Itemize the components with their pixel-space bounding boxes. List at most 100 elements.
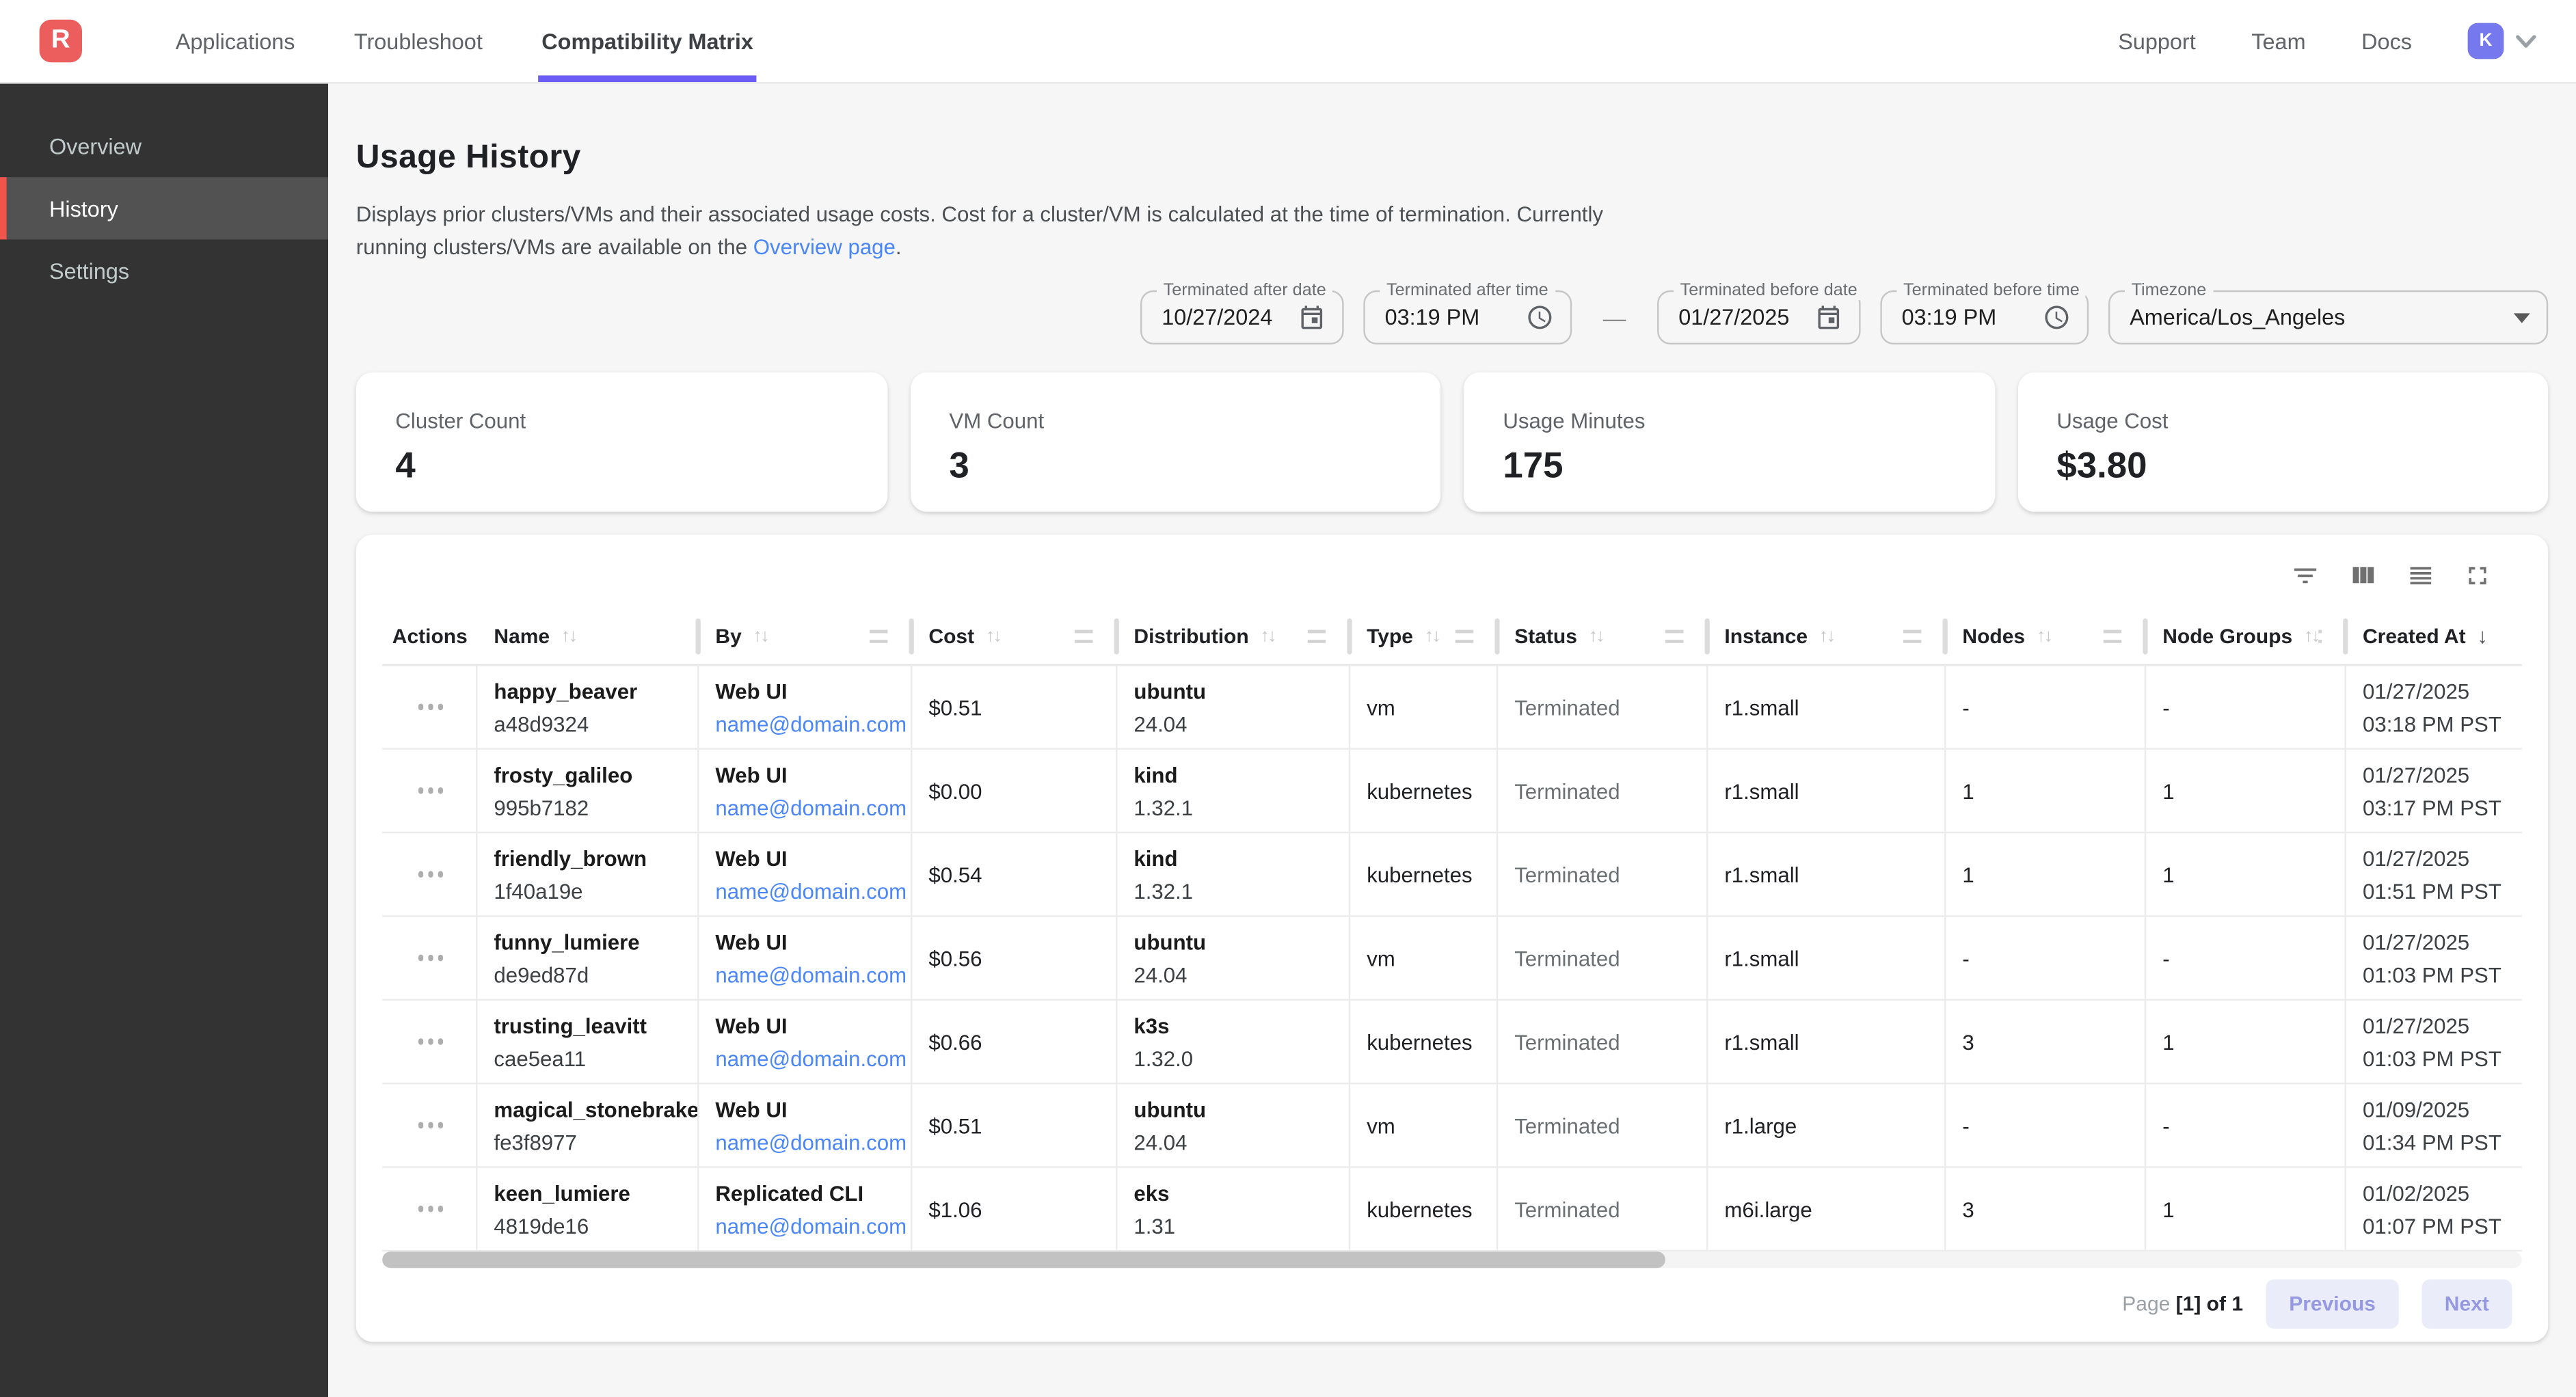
email-link[interactable]: name@domain.com	[715, 795, 897, 819]
previous-button[interactable]: Previous	[2266, 1279, 2399, 1329]
cell-type: vm	[1350, 1084, 1498, 1166]
column-header-name[interactable]: Name↑↓	[477, 607, 699, 664]
dot-icon	[428, 704, 433, 709]
row-actions-button[interactable]	[415, 781, 447, 800]
fullscreen-icon[interactable]	[2463, 561, 2492, 591]
cluster-id: cae5ea11	[494, 1046, 684, 1070]
terminated-after-date-value: 10/27/2024	[1162, 305, 1272, 329]
email-link[interactable]: name@domain.com	[715, 1213, 897, 1238]
cell-actions	[382, 1001, 477, 1083]
sort-icons: ↑↓	[753, 626, 768, 646]
terminated-after-time-field[interactable]: Terminated after time 03:19 PM	[1363, 290, 1572, 344]
dot-icon	[418, 1206, 423, 1212]
cell-cost: $0.66	[912, 1001, 1117, 1083]
cell-nodes: 3	[1946, 1001, 2146, 1083]
cell-node-groups: -	[2146, 1084, 2346, 1166]
calendar-icon[interactable]	[1814, 303, 1842, 331]
column-header-distribution[interactable]: Distribution↑↓	[1117, 607, 1350, 664]
sidebar-item-settings[interactable]: Settings	[0, 239, 328, 301]
email-link[interactable]: name@domain.com	[715, 1046, 897, 1070]
status-badge: Terminated	[1514, 694, 1693, 719]
cell-nodes: -	[1946, 1084, 2146, 1166]
cluster-name: funny_lumiere	[494, 930, 684, 954]
column-resize-handle[interactable]	[1903, 629, 1921, 642]
replicated-logo[interactable]: R	[40, 20, 82, 62]
email-link[interactable]: name@domain.com	[715, 878, 897, 903]
table-row: magical_stonebrakerfe3f8977Web UIname@do…	[382, 1084, 2522, 1167]
dot-icon	[418, 1039, 423, 1044]
cell-created-at: 01/09/202501:34 PM PST	[2346, 1084, 2522, 1166]
email-link[interactable]: name@domain.com	[715, 962, 897, 987]
page-description: Displays prior clusters/VMs and their as…	[356, 198, 1669, 262]
density-icon[interactable]	[2405, 561, 2434, 591]
column-resize-handle[interactable]	[1665, 629, 1683, 642]
dot-icon	[418, 871, 423, 877]
column-header-instance[interactable]: Instance↑↓	[1708, 607, 1946, 664]
overview-page-link[interactable]: Overview page	[753, 234, 896, 258]
email-link[interactable]: name@domain.com	[715, 1129, 897, 1154]
column-header-cost[interactable]: Cost↑↓	[912, 607, 1117, 664]
cell-node-groups: 1	[2146, 750, 2346, 832]
terminated-before-date-field[interactable]: Terminated before date 01/27/2025	[1657, 290, 1861, 344]
distribution-version: 24.04	[1133, 1129, 1335, 1154]
created-time: 01:51 PM PST	[2363, 878, 2509, 903]
column-header-status[interactable]: Status↑↓	[1498, 607, 1708, 664]
sort-icons: ↑↓	[986, 626, 1001, 646]
terminated-before-time-field[interactable]: Terminated before time 03:19 PM	[1880, 290, 2089, 344]
tab-troubleshoot[interactable]: Troubleshoot	[351, 0, 486, 82]
created-date: 01/27/2025	[2363, 762, 2509, 787]
row-actions-button[interactable]	[415, 1116, 447, 1135]
docs-link[interactable]: Docs	[2361, 29, 2412, 53]
account-menu[interactable]: K	[2468, 23, 2537, 59]
created-date: 01/09/2025	[2363, 1096, 2509, 1121]
column-header-nodes[interactable]: Nodes↑↓	[1946, 607, 2146, 664]
table-toolbar	[382, 554, 2522, 607]
sidebar-item-overview[interactable]: Overview	[0, 115, 328, 177]
cell-status: Terminated	[1498, 1168, 1708, 1250]
stat-label: Usage Minutes	[1503, 409, 1955, 433]
column-resize-handle[interactable]	[1455, 629, 1473, 642]
tab-compatibility-matrix[interactable]: Compatibility Matrix	[538, 0, 756, 82]
cell-by: Web UIname@domain.com	[699, 833, 912, 915]
cell-name: trusting_leavittcae5ea11	[477, 1001, 699, 1083]
support-link[interactable]: Support	[2118, 29, 2196, 53]
filter-icon[interactable]	[2290, 561, 2320, 591]
date-range-separator: —	[1603, 304, 1626, 330]
row-actions-button[interactable]	[415, 1032, 447, 1051]
sort-icons: ↑↓	[1425, 626, 1440, 646]
column-header-node_groups[interactable]: Node Groups↑↓	[2146, 607, 2346, 664]
calendar-icon[interactable]	[1298, 303, 1326, 331]
clock-icon[interactable]	[2043, 303, 2071, 331]
email-link[interactable]: name@domain.com	[715, 711, 897, 735]
chevron-down-icon[interactable]	[2515, 33, 2536, 49]
clock-icon[interactable]	[1526, 303, 1554, 331]
column-resize-handle[interactable]	[1308, 629, 1326, 642]
scrollbar-thumb[interactable]	[382, 1251, 1666, 1268]
column-resize-handle[interactable]	[1075, 629, 1092, 642]
sidebar-item-history[interactable]: History	[0, 177, 328, 239]
row-actions-button[interactable]	[415, 949, 447, 968]
row-actions-button[interactable]	[415, 865, 447, 884]
column-resize-handle[interactable]	[2319, 629, 2322, 642]
column-header-type[interactable]: Type↑↓	[1350, 607, 1498, 664]
team-link[interactable]: Team	[2251, 29, 2305, 53]
status-badge: Terminated	[1514, 778, 1693, 803]
cell-by: Web UI name@domain.com	[699, 750, 912, 832]
row-actions-button[interactable]	[415, 698, 447, 717]
terminated-after-date-field[interactable]: Terminated after date 10/27/2024	[1140, 290, 1344, 344]
next-button[interactable]: Next	[2421, 1279, 2512, 1329]
tab-applications[interactable]: Applications	[172, 0, 298, 82]
row-actions-button[interactable]	[415, 1199, 447, 1219]
created-by-source: Web UI	[715, 762, 897, 787]
table-row: frosty_galileo995b7182Web UIname@domain.…	[382, 750, 2522, 833]
columns-icon[interactable]	[2348, 561, 2377, 591]
sort-icons: ↑↓	[1819, 626, 1834, 646]
stat-value: 175	[1503, 444, 1955, 487]
avatar[interactable]: K	[2468, 23, 2504, 59]
timezone-select[interactable]: Timezone America/Los_Angeles	[2108, 290, 2548, 344]
column-resize-handle[interactable]	[870, 629, 887, 642]
column-resize-handle[interactable]	[2104, 629, 2121, 642]
horizontal-scrollbar[interactable]	[382, 1251, 2522, 1268]
column-header-by[interactable]: By↑↓	[699, 607, 912, 664]
created-date: 01/27/2025	[2363, 845, 2509, 870]
